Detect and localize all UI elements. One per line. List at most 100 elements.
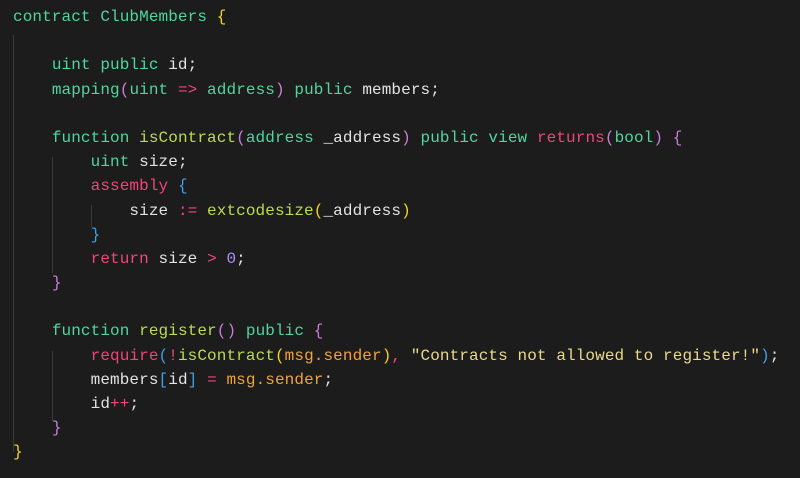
code-line[interactable]: function register() public { — [13, 319, 779, 343]
code-token-brace_purple: } — [51, 419, 62, 438]
code-token-plain: id — [90, 395, 111, 413]
code-token-keyword: mapping — [51, 80, 120, 99]
code-line[interactable]: members[id] = msg.sender; — [13, 368, 779, 392]
code-token-member: msg.sender — [284, 346, 382, 365]
code-token-plain: _address — [323, 128, 402, 147]
code-line[interactable] — [13, 102, 779, 126]
code-token-operator: ! — [168, 346, 178, 365]
code-token-brace_purple: ( — [119, 80, 130, 99]
code-line[interactable]: contract ClubMembers { — [13, 5, 779, 29]
code-token-brace_yellow: } — [13, 443, 23, 462]
code-line[interactable] — [13, 295, 779, 319]
code-token-brace_purple: } — [51, 274, 62, 293]
code-token-keyword: public — [236, 322, 314, 341]
code-line[interactable]: } — [13, 223, 779, 247]
code-token-keyword: function — [51, 322, 140, 341]
code-line[interactable]: } — [13, 440, 779, 464]
code-token-brace_blue: ] — [187, 370, 198, 389]
code-lines: contract ClubMembers { uint public id; m… — [13, 5, 779, 465]
code-line[interactable] — [13, 29, 779, 53]
code-token-string: "Contracts not allowed to register!" — [410, 346, 761, 365]
code-token-brace_yellow: ) — [401, 201, 411, 220]
code-token-func: register — [139, 322, 217, 341]
code-line[interactable]: assembly { — [13, 174, 779, 198]
code-token-plain: _address — [323, 201, 402, 220]
code-line[interactable]: } — [13, 271, 779, 295]
code-line[interactable]: uint size; — [13, 150, 779, 174]
code-token-plain: ; — [323, 370, 334, 389]
code-token-keyword: uint — [90, 153, 140, 172]
code-token-keyword: function — [51, 128, 140, 147]
code-token-keyword: address — [245, 128, 324, 147]
code-line[interactable]: id++; — [13, 392, 779, 416]
code-token-keyword: uint public — [51, 56, 169, 75]
code-token-keyword: bool — [614, 128, 654, 147]
code-token-brace_purple: ) — [274, 80, 285, 99]
code-token-operator: > — [207, 249, 217, 268]
code-token-brace_purple: ) — [401, 128, 411, 147]
code-token-keyword: contract ClubMembers — [13, 8, 217, 26]
code-token-operator: = — [207, 370, 217, 389]
code-token-plain: ; — [769, 346, 780, 365]
code-token-control: returns — [536, 128, 605, 147]
code-token-plain: size; — [139, 153, 188, 172]
code-token-brace_blue: [ — [158, 370, 169, 389]
code-token-plain: members — [90, 370, 159, 389]
code-token-control: require — [90, 346, 159, 365]
code-token-operator: ++ — [110, 395, 130, 413]
code-token-brace_blue: ( — [158, 346, 169, 365]
code-token-operator: := — [177, 201, 198, 220]
code-token-brace_blue: { — [177, 177, 188, 196]
code-token-keyword: address — [197, 80, 275, 99]
code-token-func: extcodesize — [207, 201, 314, 220]
code-line[interactable]: return size > 0; — [13, 247, 779, 271]
code-token-plain: size — [129, 201, 178, 220]
code-line[interactable]: require(!isContract(msg.sender), "Contra… — [13, 344, 780, 368]
code-token-brace_purple: ) — [653, 128, 664, 147]
code-editor[interactable]: contract ClubMembers { uint public id; m… — [13, 5, 779, 465]
code-token-brace_blue: } — [90, 225, 101, 244]
code-line[interactable]: mapping(uint => address) public members; — [13, 78, 779, 102]
code-token-operator: , — [391, 346, 402, 365]
code-line[interactable]: } — [13, 416, 779, 440]
code-token-func: isContract — [177, 346, 275, 365]
code-line[interactable]: size := extcodesize(_address) — [13, 199, 779, 223]
code-token-plain: ; — [236, 249, 246, 268]
code-token-brace_yellow: ( — [274, 346, 285, 365]
code-token-brace_purple: { — [313, 322, 324, 341]
code-token-func: isContract — [139, 128, 237, 147]
code-token-plain: id — [168, 370, 188, 389]
code-token-brace_purple: () — [216, 322, 237, 341]
code-line[interactable]: uint public id; — [13, 53, 779, 77]
code-token-plain: ; — [129, 395, 140, 413]
code-token-control: return — [90, 249, 159, 268]
code-token-brace_yellow: ( — [313, 201, 324, 220]
code-token-brace_purple: { — [672, 128, 683, 147]
code-token-member: msg.sender — [226, 370, 324, 389]
code-token-brace_purple: ( — [604, 128, 615, 147]
code-token-brace_yellow: { — [216, 8, 227, 26]
code-token-keyword: public — [284, 80, 363, 99]
code-line[interactable]: function isContract(address _address) pu… — [13, 126, 779, 150]
code-token-number: 0 — [226, 249, 237, 268]
code-token-control: assembly — [90, 177, 178, 196]
code-token-plain: members; — [362, 80, 440, 99]
